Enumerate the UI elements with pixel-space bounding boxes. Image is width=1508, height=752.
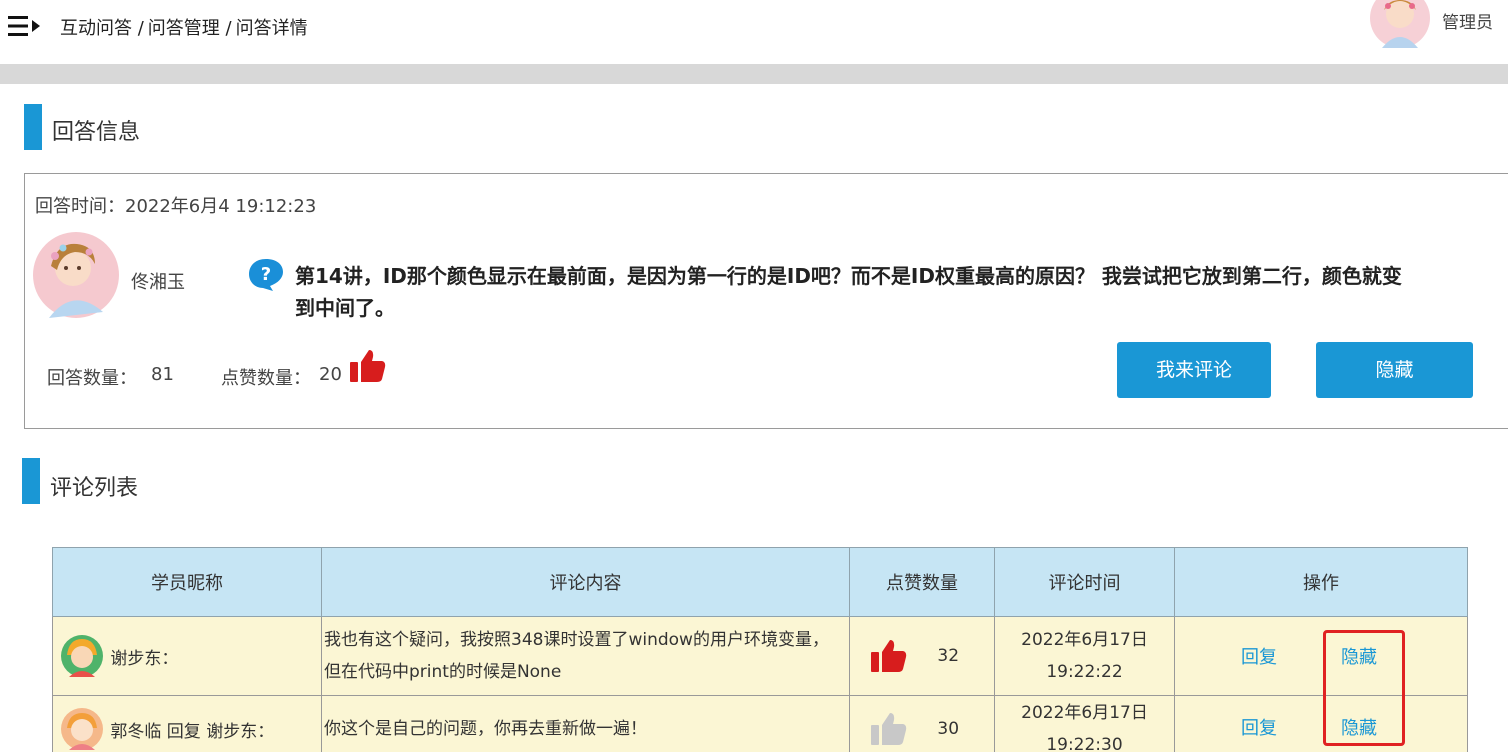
header-comment-time: 评论时间 — [994, 547, 1175, 617]
user-name: 谢步东： — [110, 648, 179, 669]
page: 互动问答 / 问答管理 / 问答详情 管理员 回答信息 回答时间：2022年6月4 … — [0, 0, 1508, 752]
cell-comment-content: 你这个是自己的问题，你再去重新做一遍！ — [321, 695, 850, 752]
like-count: 30 — [937, 719, 960, 739]
comment-clock: 19:22:22 — [1046, 662, 1123, 682]
answer-time: 回答时间：2022年6月4 19:12:23 — [35, 192, 316, 218]
header-student-nickname: 学员昵称 — [52, 547, 322, 617]
user-avatar — [61, 708, 103, 750]
question-icon: ? — [249, 259, 283, 291]
user-name: 郭冬临 回复 谢步东： — [110, 721, 275, 742]
menu-toggle-icon[interactable] — [8, 14, 42, 38]
table-header-row: 学员昵称 评论内容 点赞数量 评论时间 操作 — [52, 547, 1468, 617]
comment-button[interactable]: 我来评论 — [1117, 342, 1271, 398]
answer-info-panel: 回答时间：2022年6月4 19:12:23 佟湘玉 ? 第14讲，ID那个颜色… — [24, 173, 1508, 429]
answer-author-avatar — [33, 232, 119, 318]
answer-author-name: 佟湘玉 — [131, 272, 185, 293]
like-count-label: 点赞数量： — [221, 368, 311, 389]
cell-comment-time: 2022年6月17日 19:22:22 — [994, 616, 1175, 696]
comment-clock: 19:22:30 — [1046, 735, 1123, 752]
answer-count-value: 81 — [151, 364, 174, 385]
table-row: 郭冬临 回复 谢步东： 你这个是自己的问题，你再去重新做一遍！ 30 2022年… — [52, 695, 1468, 752]
question-text: 第14讲，ID那个颜色显示在最前面，是因为第一行的是ID吧？而不是ID权重最高的… — [295, 264, 1402, 320]
cell-user: 郭冬临 回复 谢步东： — [52, 695, 322, 752]
comment-table-wrap: 学员昵称 评论内容 点赞数量 评论时间 操作 谢步东： 我也有这个疑问，我按照3… — [52, 547, 1468, 752]
reply-link[interactable]: 回复 — [1241, 643, 1277, 669]
hide-answer-button[interactable]: 隐藏 — [1316, 342, 1473, 398]
comment-date: 2022年6月17日 — [1021, 703, 1148, 723]
cell-likes: 30 — [849, 695, 995, 752]
comment-table: 学员昵称 评论内容 点赞数量 评论时间 操作 谢步东： 我也有这个疑问，我按照3… — [52, 547, 1468, 752]
breadcrumb-item-qa-detail: 问答详情 — [235, 18, 308, 39]
breadcrumb-item-qa-manage[interactable]: 问答管理 / — [148, 18, 232, 39]
breadcrumb-item-qa[interactable]: 互动问答 / — [60, 18, 144, 39]
breadcrumb: 互动问答 / 问答管理 / 问答详情 — [60, 14, 312, 40]
header-operations: 操作 — [1174, 547, 1468, 617]
section-accent-bar — [24, 104, 42, 150]
comment-date: 2022年6月17日 — [1021, 630, 1148, 650]
header-divider — [0, 64, 1508, 84]
header-comment-content: 评论内容 — [321, 547, 850, 617]
hide-comment-link[interactable]: 隐藏 — [1341, 643, 1377, 669]
like-count-value: 20 — [319, 364, 342, 385]
cell-operations: 回复 隐藏 — [1174, 616, 1468, 696]
table-row: 谢步东： 我也有这个疑问，我按照348课时设置了window的用户环境变量，但在… — [52, 616, 1468, 696]
thumbs-up-outline-icon[interactable] — [870, 710, 908, 748]
like-count: 32 — [937, 646, 960, 666]
cell-operations: 回复 隐藏 — [1174, 695, 1468, 752]
answer-time-label: 回答时间： — [35, 196, 125, 217]
hide-comment-link[interactable]: 隐藏 — [1341, 714, 1377, 740]
cell-likes: 32 — [849, 616, 995, 696]
comment-list-title: 评论列表 — [50, 476, 139, 501]
answer-count-label: 回答数量： — [47, 368, 137, 389]
admin-name[interactable]: 管理员 — [1442, 8, 1493, 33]
admin-avatar[interactable] — [1370, 0, 1430, 48]
svg-text:?: ? — [261, 264, 271, 285]
top-header: 互动问答 / 问答管理 / 问答详情 管理员 — [0, 0, 1508, 64]
thumbs-up-icon[interactable] — [870, 637, 908, 675]
header-like-count: 点赞数量 — [849, 547, 995, 617]
reply-link[interactable]: 回复 — [1241, 714, 1277, 740]
cell-comment-content: 我也有这个疑问，我按照348课时设置了window的用户环境变量，但在代码中pr… — [321, 616, 850, 696]
section-accent-bar — [22, 458, 40, 504]
answer-info-title: 回答信息 — [52, 120, 141, 145]
cell-user: 谢步东： — [52, 616, 322, 696]
cell-comment-time: 2022年6月17日 19:22:30 — [994, 695, 1175, 752]
thumbs-up-icon[interactable] — [349, 348, 387, 384]
answer-time-value: 2022年6月4 19:12:23 — [125, 196, 317, 217]
user-avatar — [61, 635, 103, 677]
